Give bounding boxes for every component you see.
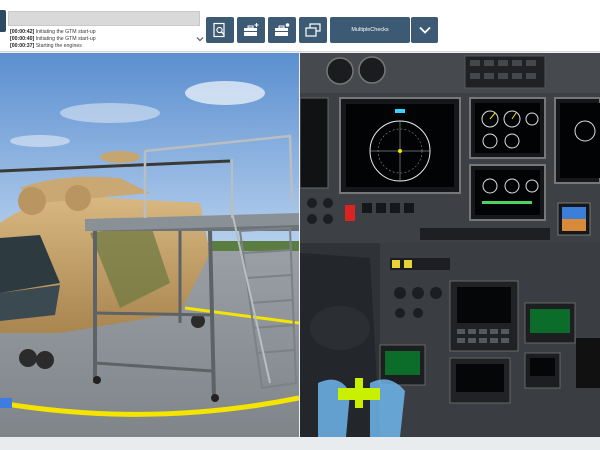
log-entry: [00:00:37] Starting the engines (10, 43, 82, 49)
side-panel-toggle[interactable] (0, 10, 6, 32)
helicopter-scene-graphic (0, 53, 299, 437)
top-toolbar: [00:00:42] Initiating the GTM start-up [… (0, 0, 600, 52)
toolbox-settings-icon (275, 23, 290, 36)
multiple-checks-dropdown[interactable] (411, 17, 438, 43)
chevron-down-icon (418, 26, 431, 34)
bottom-strip (0, 437, 600, 450)
multiple-checks-button[interactable]: MultipleChecks (330, 17, 410, 43)
simulator-window: [00:00:42] Initiating the GTM start-up [… (0, 0, 600, 450)
toolbox-add-icon (244, 23, 259, 36)
search-document-button[interactable] (206, 17, 234, 43)
event-log-panel: [00:00:42] Initiating the GTM start-up [… (8, 11, 204, 51)
log-header-bar (8, 11, 200, 26)
cockpit-3d-view[interactable] (300, 53, 600, 437)
cockpit-scene-graphic (300, 53, 600, 437)
windows-icon (305, 23, 321, 37)
log-entry: [00:00:42] Initiating the GTM start-up (10, 29, 96, 35)
multiple-checks-label: MultipleChecks (351, 27, 389, 33)
log-expand-chevron-icon[interactable] (195, 34, 205, 44)
log-entry: [00:00:40] Initiating the GTM start-up (10, 36, 96, 42)
toolbox-settings-button[interactable] (268, 17, 296, 43)
add-toolbox-button[interactable] (237, 17, 265, 43)
log-list: [00:00:42] Initiating the GTM start-up [… (10, 29, 190, 50)
exterior-3d-view[interactable] (0, 53, 299, 437)
window-layout-button[interactable] (299, 17, 327, 43)
search-document-icon (213, 22, 225, 38)
